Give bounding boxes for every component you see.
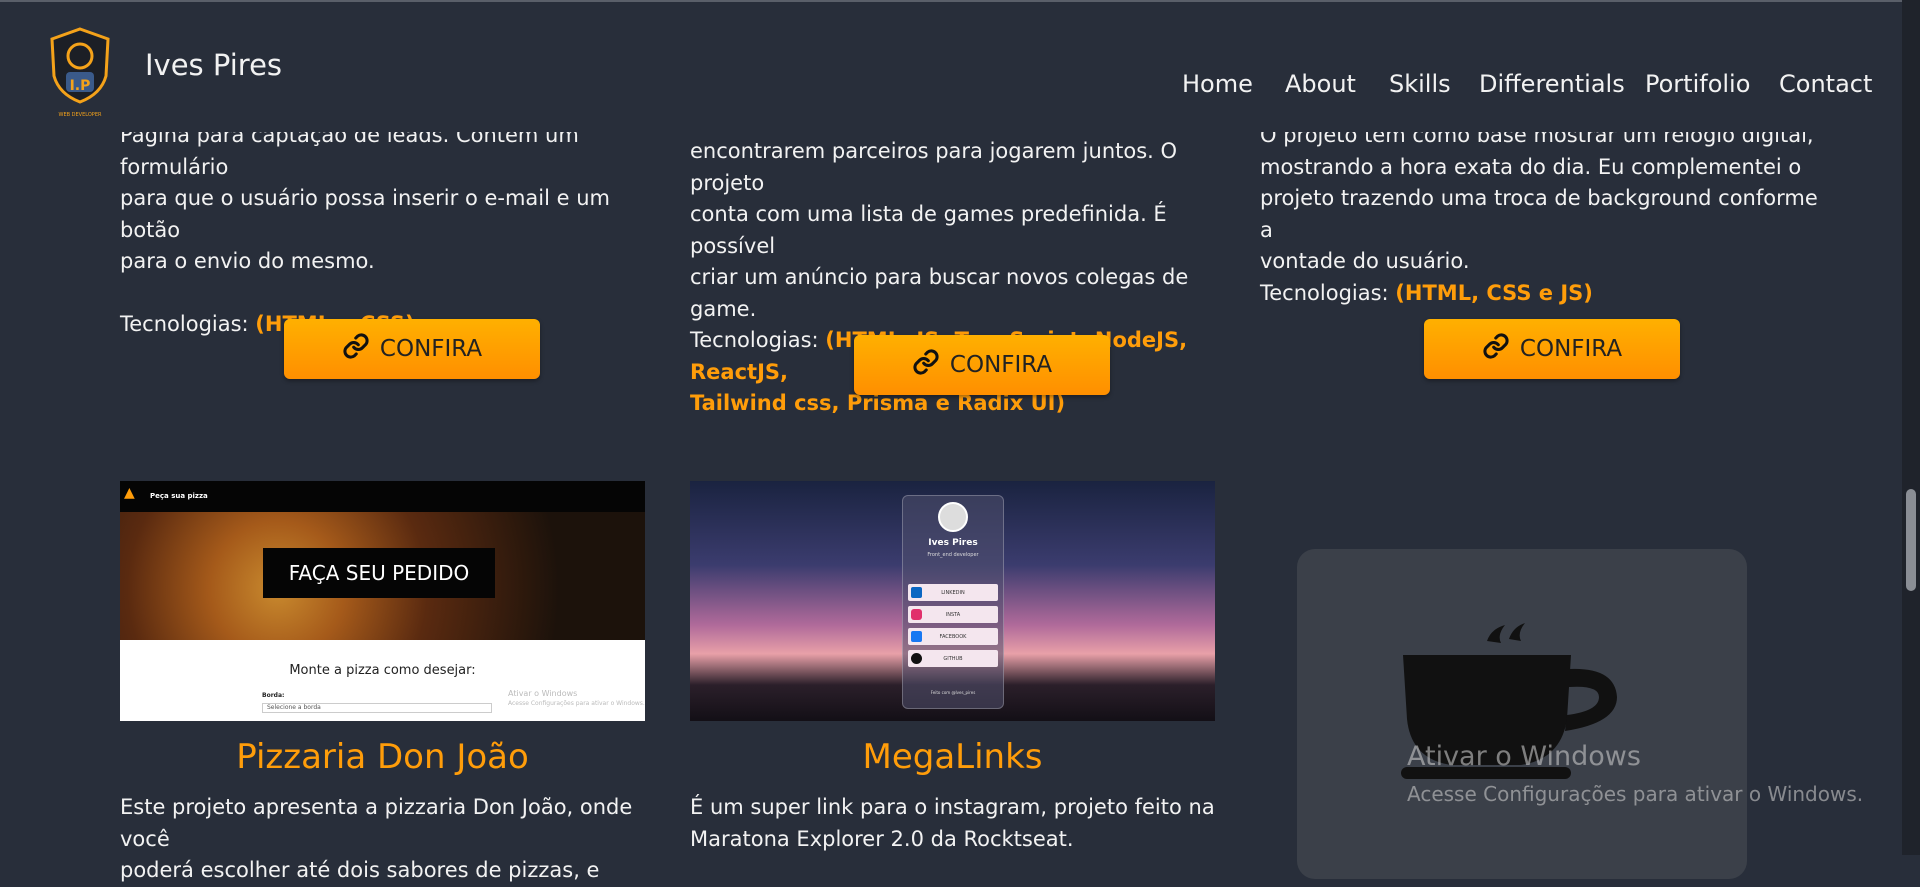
nav-portifolio[interactable]: Portifolio <box>1645 70 1750 98</box>
thumb-link: FACEBOOK <box>908 628 998 645</box>
link-icon <box>912 348 940 382</box>
svg-text:I.P: I.P <box>70 78 91 94</box>
thumb-link: LINKEDIN <box>908 584 998 601</box>
link-icon <box>1482 332 1510 366</box>
megalinks-thumbnail[interactable]: Ives Pires Front_end developer LINKEDIN … <box>690 481 1215 721</box>
windows-activation-watermark: Acesse Configurações para ativar o Windo… <box>1407 782 1864 806</box>
windows-activation-watermark: Ativar o Windows <box>1407 741 1641 772</box>
thumb-role: Front_end developer <box>927 552 979 558</box>
scrollbar-track[interactable] <box>1902 0 1920 855</box>
nav-skills[interactable]: Skills <box>1389 70 1451 98</box>
link-icon <box>342 332 370 366</box>
project-description: Este projeto apresenta a pizzaria Don Jo… <box>120 795 633 882</box>
confira-button[interactable]: CONFIRA <box>284 319 540 379</box>
nav-contact[interactable]: Contact <box>1779 70 1872 98</box>
confira-button[interactable]: CONFIRA <box>1424 319 1680 379</box>
thumb-order-label: FAÇA SEU PEDIDO <box>263 548 495 598</box>
thumb-hero: FAÇA SEU PEDIDO <box>120 512 645 640</box>
placeholder-card <box>1297 549 1747 879</box>
nav-differentials[interactable]: Differentials <box>1479 70 1625 98</box>
thumb-link: INSTA <box>908 606 998 623</box>
svg-text:WEB DEVELOPER: WEB DEVELOPER <box>59 112 102 118</box>
thumb-form: Monte a pizza como desejar: Borda: Selec… <box>120 640 645 721</box>
nav-home[interactable]: Home <box>1182 70 1253 98</box>
thumb-navbar: ▲ Peça sua pizza <box>120 481 645 512</box>
thumb-link: GITHUB <box>908 650 998 667</box>
project-title: Pizzaria Don João <box>236 737 529 777</box>
site-header: I.P WEB DEVELOPER Ives Pires Home About … <box>0 2 1902 132</box>
project-description: É um super link para o instagram, projet… <box>690 795 1215 851</box>
linkedin-icon <box>911 587 922 598</box>
facebook-icon <box>911 631 922 642</box>
project-title: MegaLinks <box>862 737 1043 777</box>
thumb-profile-card: Ives Pires Front_end developer LINKEDIN … <box>902 495 1004 709</box>
brand-name[interactable]: Ives Pires <box>145 48 282 82</box>
github-icon <box>911 653 922 664</box>
thumb-field-label: Borda: <box>262 692 285 699</box>
nav-about[interactable]: About <box>1285 70 1356 98</box>
instagram-icon <box>911 609 922 620</box>
project-description: Página para captação de leads. Contém um… <box>120 123 610 336</box>
thumb-name: Ives Pires <box>928 538 978 548</box>
scrollbar-thumb[interactable] <box>1906 489 1916 591</box>
thumb-watermark: Acesse Configurações para ativar o Windo… <box>508 700 645 707</box>
thumb-heading: Monte a pizza como desejar: <box>289 663 476 678</box>
confira-button[interactable]: CONFIRA <box>854 335 1110 395</box>
pizza-icon: ▲ <box>124 485 135 501</box>
thumb-nav-text: Peça sua pizza <box>150 492 208 500</box>
thumb-watermark: Ativar o Windows <box>508 689 578 698</box>
avatar <box>938 502 968 532</box>
logo-icon[interactable]: I.P WEB DEVELOPER <box>46 26 114 120</box>
thumb-select: Selecione a borda <box>262 703 492 713</box>
thumb-footer: Feito com @Ives_pires <box>930 690 976 695</box>
pizzaria-thumbnail[interactable]: ▲ Peça sua pizza FAÇA SEU PEDIDO Monte a… <box>120 481 645 721</box>
project-description: O projeto tem como base mostrar um relóg… <box>1260 123 1818 305</box>
